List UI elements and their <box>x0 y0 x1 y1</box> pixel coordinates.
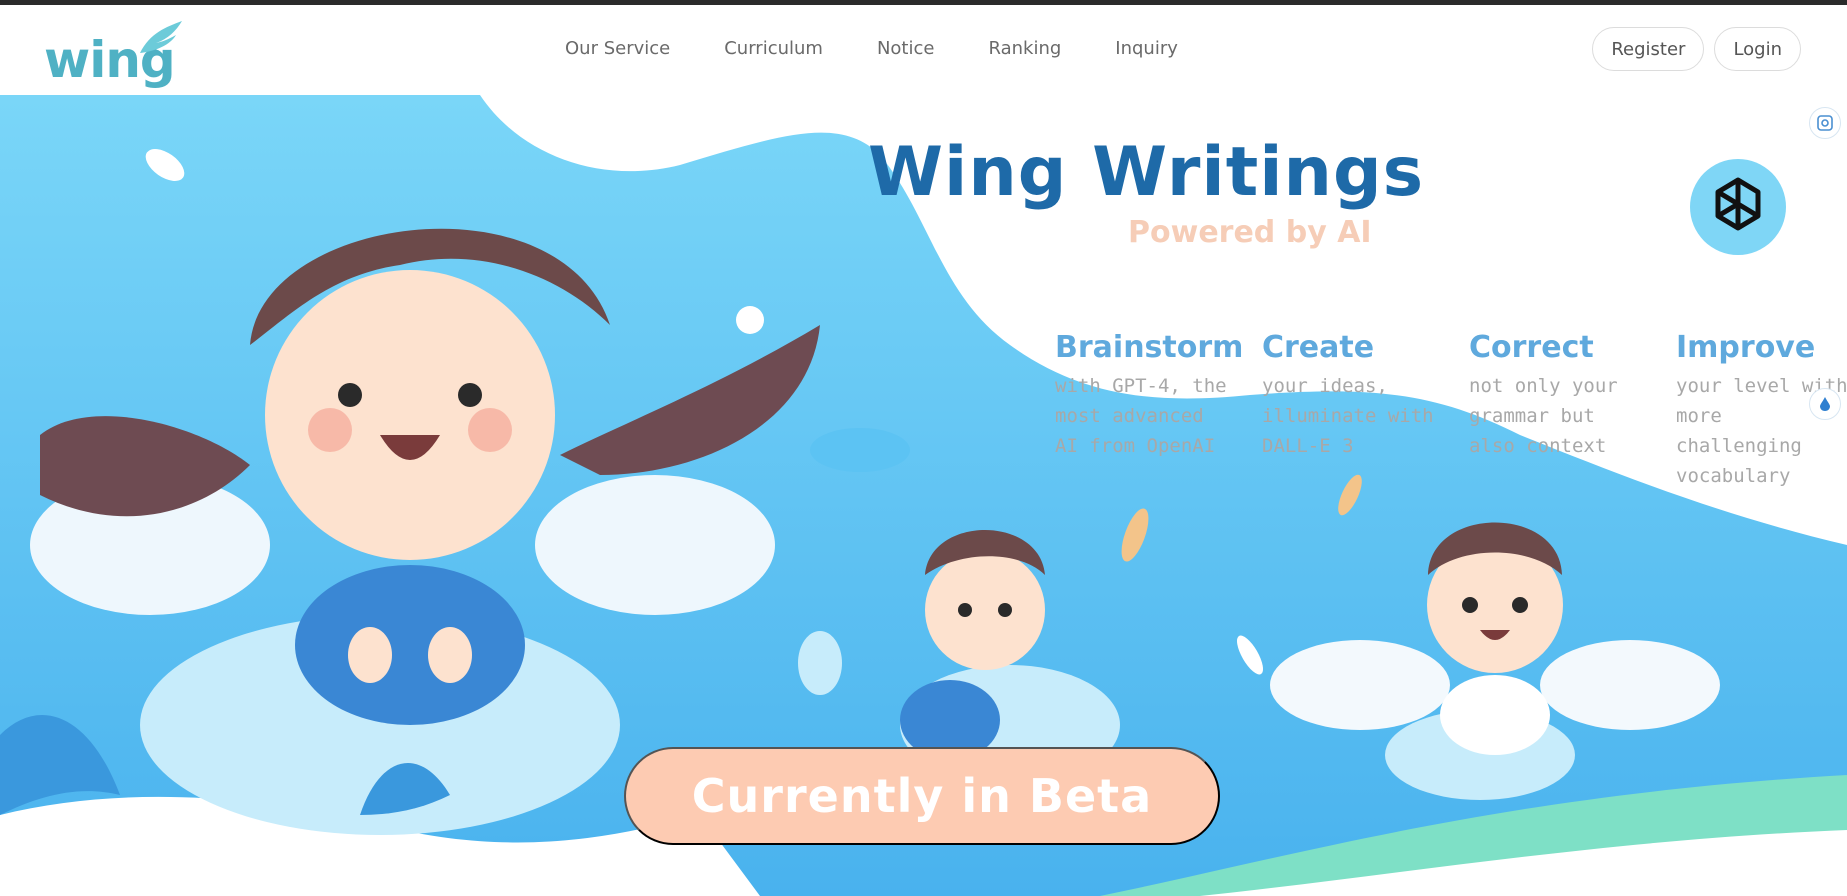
openai-logo-icon <box>1715 177 1761 231</box>
feature-heading: Create <box>1262 330 1375 365</box>
feature-text: with GPT-4, the most advanced AI from Op… <box>1055 375 1227 457</box>
feature-correct: Correct not only your grammar but also c… <box>1469 330 1676 491</box>
feature-list: Brainstorm with GPT-4, the most advanced… <box>1055 330 1847 491</box>
feature-text: not only your grammar but also context <box>1469 375 1618 457</box>
hero-title: Wing Writings <box>868 133 1425 212</box>
main-nav: Our Service Curriculum Notice Ranking In… <box>565 38 1232 59</box>
auth-buttons: Register Login <box>1592 27 1801 71</box>
openai-badge <box>1690 159 1786 255</box>
site-header: wing Our Service Curriculum Notice Ranki… <box>0 5 1847 95</box>
hero-subtitle: Powered by AI <box>1128 215 1372 250</box>
beta-button[interactable]: Currently in Beta <box>624 747 1220 845</box>
feature-create: Create your ideas, illuminate with DALL-… <box>1262 330 1469 491</box>
logo-wing-icon <box>140 21 182 53</box>
wing-logo[interactable]: wing <box>44 19 184 89</box>
hero-section: Wing Writings Powered by AI Brainstorm w… <box>0 95 1847 896</box>
nav-our-service[interactable]: Our Service <box>565 38 670 59</box>
feature-heading: Brainstorm <box>1055 330 1244 365</box>
screen-capture-icon[interactable] <box>1809 107 1841 139</box>
register-button[interactable]: Register <box>1592 27 1705 71</box>
feature-brainstorm: Brainstorm with GPT-4, the most advanced… <box>1055 330 1262 491</box>
nav-inquiry[interactable]: Inquiry <box>1115 38 1178 59</box>
nav-notice[interactable]: Notice <box>877 38 935 59</box>
feature-heading: Improve <box>1676 330 1816 365</box>
assistant-sparkle-icon[interactable] <box>1809 388 1841 420</box>
login-button[interactable]: Login <box>1714 27 1801 71</box>
feature-heading: Correct <box>1469 330 1594 365</box>
nav-curriculum[interactable]: Curriculum <box>724 38 823 59</box>
feature-text: your ideas, illuminate with DALL-E 3 <box>1262 375 1434 457</box>
nav-ranking[interactable]: Ranking <box>988 38 1061 59</box>
